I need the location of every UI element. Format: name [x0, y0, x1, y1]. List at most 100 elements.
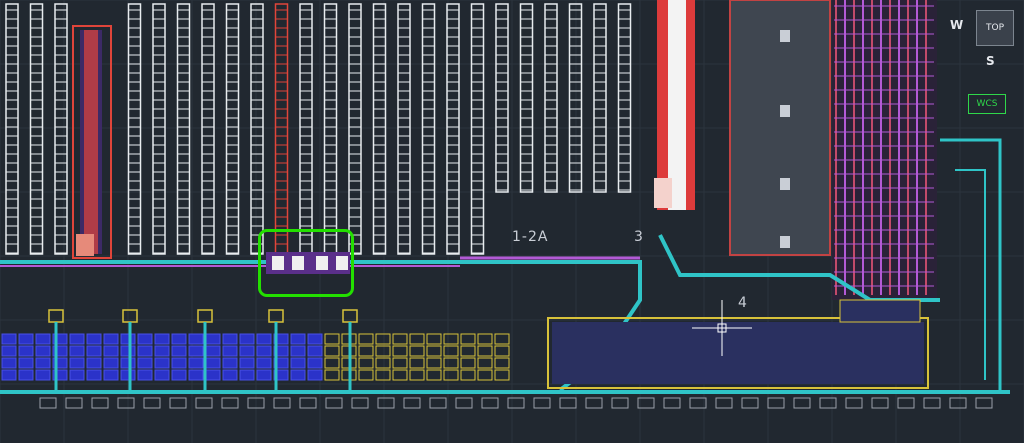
- dock-door: [39, 397, 57, 409]
- pallet-bay: [188, 333, 204, 345]
- dock-door: [767, 397, 785, 409]
- pallet-bay: [460, 357, 476, 369]
- pallet-bay: [392, 333, 408, 345]
- pallet-bay: [426, 357, 442, 369]
- pallet-bay: [443, 357, 459, 369]
- viewcube-top-face[interactable]: TOP: [976, 10, 1014, 46]
- pallet-bay: [239, 333, 255, 345]
- pallet-bay: [222, 345, 238, 357]
- pallet-bay: [69, 345, 85, 357]
- pallet-bay: [137, 333, 153, 345]
- dock-door: [741, 397, 759, 409]
- dock-doors: [39, 397, 993, 409]
- compass-west[interactable]: W: [950, 18, 963, 32]
- pallet-bay: [477, 369, 493, 381]
- cad-drawing-canvas[interactable]: [0, 0, 1024, 443]
- dock-door: [91, 397, 109, 409]
- pallet-bay: [375, 369, 391, 381]
- dock-door: [377, 397, 395, 409]
- dock-door: [221, 397, 239, 409]
- dock-door: [819, 397, 837, 409]
- picking-area: [547, 299, 929, 389]
- pallet-bay: [375, 345, 391, 357]
- pallet-bay: [154, 333, 170, 345]
- dock-door: [715, 397, 733, 409]
- compass-south[interactable]: S: [986, 54, 995, 68]
- pallet-bay: [137, 345, 153, 357]
- pallet-bay: [307, 357, 323, 369]
- pallet-bay: [120, 333, 136, 345]
- pallet-bay: [188, 345, 204, 357]
- pallet-bay: [358, 369, 374, 381]
- pallet-bay: [35, 357, 51, 369]
- pallet-bay: [477, 345, 493, 357]
- rack-row: [519, 3, 534, 193]
- center-rack-strip: [654, 0, 695, 210]
- pallet-bay: [409, 345, 425, 357]
- pallet-bay: [426, 369, 442, 381]
- pallet-bay: [409, 369, 425, 381]
- pallet-bay: [154, 345, 170, 357]
- pallet-bay: [392, 345, 408, 357]
- dock-door: [117, 397, 135, 409]
- dock-door: [611, 397, 629, 409]
- pallet-bay: [154, 357, 170, 369]
- dock-door: [273, 397, 291, 409]
- pallet-bay: [460, 369, 476, 381]
- pallet-bay: [409, 357, 425, 369]
- pallet-bay: [239, 357, 255, 369]
- pallet-bay: [1, 345, 17, 357]
- pallet-bay: [222, 333, 238, 345]
- dock-door: [195, 397, 213, 409]
- pallet-bay: [35, 369, 51, 381]
- pallet-bay: [222, 357, 238, 369]
- pallet-bay: [307, 345, 323, 357]
- pallet-bay: [103, 369, 119, 381]
- dock-door: [65, 397, 83, 409]
- pallet-bay: [290, 333, 306, 345]
- zone-label-4: 4: [738, 295, 748, 311]
- dock-door: [559, 397, 577, 409]
- pallet-bay: [477, 333, 493, 345]
- pallet-bay: [18, 369, 34, 381]
- pallet-bay: [188, 369, 204, 381]
- pallet-bay: [137, 369, 153, 381]
- pallet-bay: [18, 357, 34, 369]
- pallet-bay: [324, 345, 340, 357]
- pallet-bay: [358, 357, 374, 369]
- viewcube[interactable]: W TOP S WCS: [946, 6, 1018, 116]
- pallet-bay: [307, 333, 323, 345]
- pallet-bay: [86, 345, 102, 357]
- pallet-bay: [120, 357, 136, 369]
- pallet-bay: [409, 333, 425, 345]
- wcs-menu-button[interactable]: WCS: [968, 94, 1006, 114]
- pallet-bay: [18, 345, 34, 357]
- dock-door: [949, 397, 967, 409]
- pallet-bay: [290, 369, 306, 381]
- pallet-bay: [222, 369, 238, 381]
- pallet-bay: [1, 369, 17, 381]
- pallet-bay: [171, 345, 187, 357]
- pallet-bay: [171, 369, 187, 381]
- pallet-bay: [239, 369, 255, 381]
- pallet-bay: [375, 357, 391, 369]
- pallet-bay: [426, 345, 442, 357]
- pallet-bay: [358, 345, 374, 357]
- dock-door: [507, 397, 525, 409]
- dock-door: [923, 397, 941, 409]
- pallet-bay: [86, 333, 102, 345]
- pallet-bay: [494, 345, 510, 357]
- pallet-bay: [477, 357, 493, 369]
- zone-label-3: 3: [634, 229, 644, 245]
- pallet-bay: [290, 345, 306, 357]
- pallet-bay: [205, 369, 221, 381]
- pallet-bay: [86, 357, 102, 369]
- pallet-bay: [137, 357, 153, 369]
- pallet-bay: [324, 333, 340, 345]
- dock-door: [325, 397, 343, 409]
- pallet-bay: [256, 369, 272, 381]
- pallet-bay: [18, 333, 34, 345]
- red-rack-column: [72, 25, 112, 259]
- dock-door: [533, 397, 551, 409]
- pallet-bay: [375, 333, 391, 345]
